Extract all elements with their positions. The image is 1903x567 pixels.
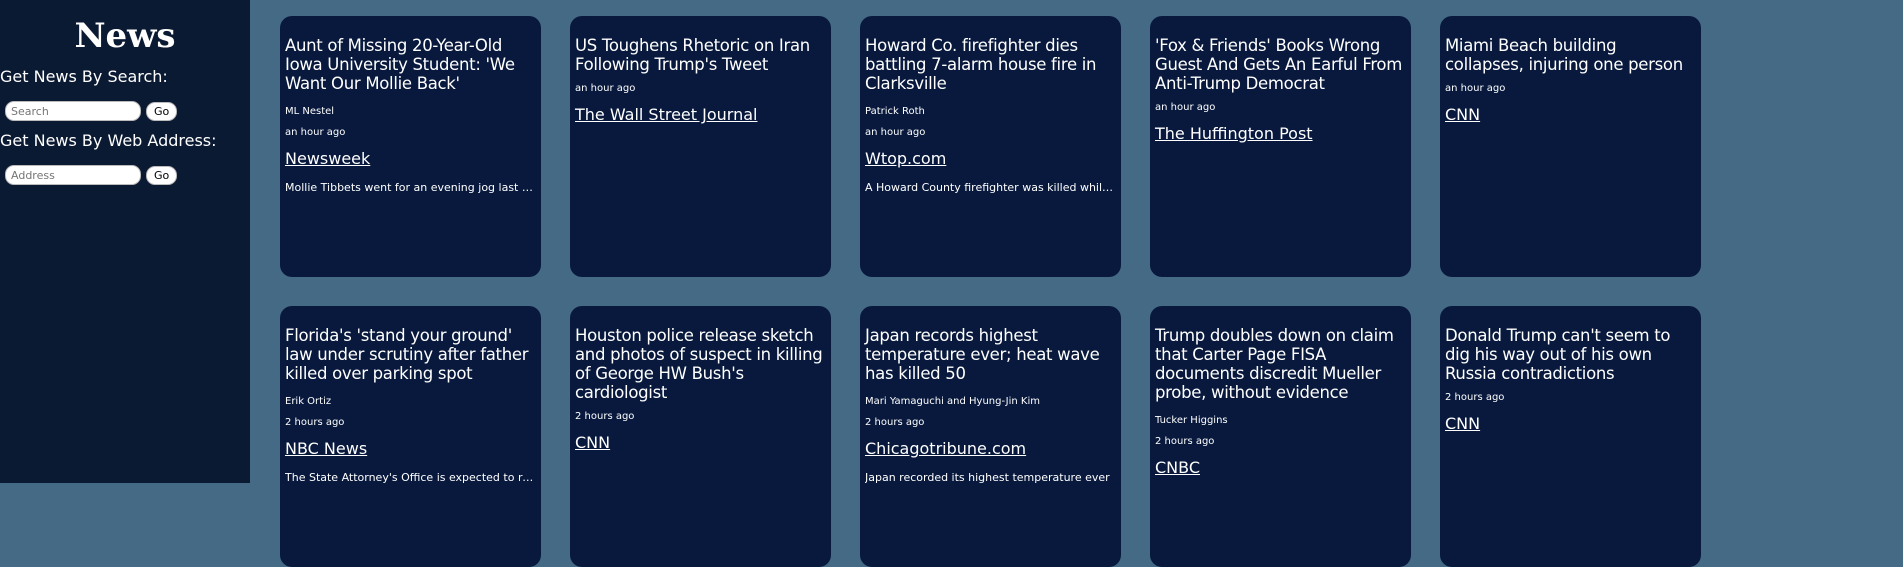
article-description: A Howard County firefighter was killed w… xyxy=(865,181,1116,194)
article-time: an hour ago xyxy=(575,83,636,94)
article-card: Donald Trump can't seem to dig his way o… xyxy=(1440,306,1701,567)
article-author: Tucker Higgins xyxy=(1155,415,1228,426)
article-headline: US Toughens Rhetoric on Iran Following T… xyxy=(575,36,810,74)
article-source-link[interactable]: CNBC xyxy=(1155,458,1406,478)
article-headline: 'Fox & Friends' Books Wrong Guest And Ge… xyxy=(1155,36,1403,93)
article-author: Patrick Roth xyxy=(865,106,925,117)
article-source-link[interactable]: Wtop.com xyxy=(865,149,1116,169)
article-headline: Houston police release sketch and photos… xyxy=(575,326,823,402)
article-card: Florida's 'stand your ground' law under … xyxy=(280,306,541,567)
article-headline: Trump doubles down on claim that Carter … xyxy=(1155,326,1394,402)
search-go-button[interactable]: Go xyxy=(146,101,178,121)
address-input[interactable] xyxy=(5,165,141,185)
article-time: 2 hours ago xyxy=(865,417,925,428)
article-headline: Miami Beach building collapses, injuring… xyxy=(1445,36,1683,74)
article-card: 'Fox & Friends' Books Wrong Guest And Ge… xyxy=(1150,16,1411,277)
article-time: 2 hours ago xyxy=(285,417,345,428)
search-form: Go xyxy=(5,100,250,122)
article-source-link[interactable]: NBC News xyxy=(285,439,536,459)
article-source-link[interactable]: The Huffington Post xyxy=(1155,124,1406,144)
article-card: US Toughens Rhetoric on Iran Following T… xyxy=(570,16,831,277)
article-description: Mollie Tibbets went for an evening jog l… xyxy=(285,181,536,194)
address-go-button[interactable]: Go xyxy=(146,165,178,185)
sidebar: News Get News By Search: Go Get News By … xyxy=(0,0,250,483)
article-card: Japan records highest temperature ever; … xyxy=(860,306,1121,567)
article-headline: Japan records highest temperature ever; … xyxy=(865,326,1100,383)
article-source-link[interactable]: CNN xyxy=(1445,414,1696,434)
article-headline: Howard Co. firefighter dies battling 7-a… xyxy=(865,36,1097,93)
article-author: Mari Yamaguchi and Hyung-Jin Kim xyxy=(865,396,1040,407)
search-label: Get News By Search: xyxy=(0,67,168,86)
article-time: an hour ago xyxy=(865,127,926,138)
article-headline: Florida's 'stand your ground' law under … xyxy=(285,326,529,383)
article-author: Erik Ortiz xyxy=(285,396,332,407)
address-form: Go xyxy=(5,164,250,186)
article-author: ML Nestel xyxy=(285,106,335,117)
article-time: an hour ago xyxy=(285,127,346,138)
article-source-link[interactable]: Newsweek xyxy=(285,149,536,169)
article-card: Trump doubles down on claim that Carter … xyxy=(1150,306,1411,567)
article-source-link[interactable]: Chicagotribune.com xyxy=(865,439,1116,459)
article-source-link[interactable]: The Wall Street Journal xyxy=(575,105,826,125)
article-headline: Aunt of Missing 20-Year-Old Iowa Univers… xyxy=(285,36,515,93)
search-input[interactable] xyxy=(5,101,141,121)
address-label: Get News By Web Address: xyxy=(0,131,217,150)
article-card: Howard Co. firefighter dies battling 7-a… xyxy=(860,16,1121,277)
article-time: 2 hours ago xyxy=(1445,392,1505,403)
article-headline: Donald Trump can't seem to dig his way o… xyxy=(1445,326,1671,383)
article-time: an hour ago xyxy=(1445,83,1506,94)
app-title: News xyxy=(74,16,176,56)
article-card: Aunt of Missing 20-Year-Old Iowa Univers… xyxy=(280,16,541,277)
article-card: Miami Beach building collapses, injuring… xyxy=(1440,16,1701,277)
article-card: Houston police release sketch and photos… xyxy=(570,306,831,567)
article-source-link[interactable]: CNN xyxy=(575,433,826,453)
article-time: 2 hours ago xyxy=(575,411,635,422)
article-source-link[interactable]: CNN xyxy=(1445,105,1696,125)
article-time: an hour ago xyxy=(1155,102,1216,113)
article-time: 2 hours ago xyxy=(1155,436,1215,447)
